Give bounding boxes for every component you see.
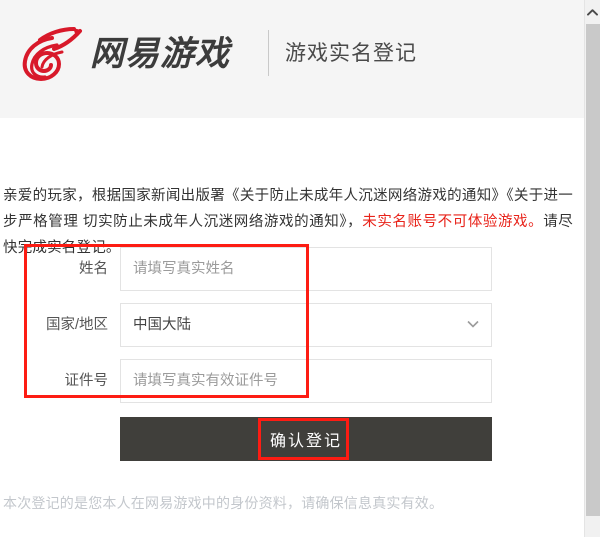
name-input-placeholder: 请填写真实姓名 xyxy=(133,261,235,277)
notice-highlight: 未实名账号不可体验游戏。 xyxy=(362,213,544,230)
realname-form: 姓名 请填写真实姓名 国家/地区 中国大陆 证件号 请填写真实有效证件号 xyxy=(0,247,584,415)
scrollbar-up-button[interactable] xyxy=(585,0,600,24)
country-select-value: 中国大陆 xyxy=(133,317,191,333)
page-content: 亲爱的玩家，根据国家新闻出版署《关于防止未成年人沉迷网络游戏的通知》《关于进一步… xyxy=(0,118,584,537)
netease-flame-logo-icon xyxy=(22,27,82,82)
confirm-registration-button[interactable]: 确认登记 xyxy=(120,417,492,461)
chevron-up-icon xyxy=(587,8,598,16)
form-row-idnumber: 证件号 请填写真实有效证件号 xyxy=(0,359,584,403)
vertical-scrollbar[interactable] xyxy=(584,0,600,537)
label-name: 姓名 xyxy=(79,261,108,277)
label-idnumber: 证件号 xyxy=(64,373,109,389)
page-title: 游戏实名登记 xyxy=(285,42,417,65)
header-divider xyxy=(268,30,269,76)
name-input[interactable]: 请填写真实姓名 xyxy=(120,247,492,291)
chevron-down-icon xyxy=(467,320,479,328)
country-select[interactable]: 中国大陆 xyxy=(120,303,492,347)
label-country: 国家/地区 xyxy=(45,317,108,333)
idnumber-input[interactable]: 请填写真实有效证件号 xyxy=(120,359,492,403)
registration-page: 网易游戏 游戏实名登记 亲爱的玩家，根据国家新闻出版署《关于防止未成年人沉迷网络… xyxy=(0,0,600,537)
page-header: 网易游戏 游戏实名登记 xyxy=(0,0,584,118)
brand-logo-text: 网易游戏 xyxy=(90,34,230,74)
form-row-name: 姓名 请填写真实姓名 xyxy=(0,247,584,291)
idnumber-input-placeholder: 请填写真实有效证件号 xyxy=(133,373,278,389)
form-row-country: 国家/地区 中国大陆 xyxy=(0,303,584,347)
scrollbar-thumb[interactable] xyxy=(586,24,600,516)
footer-note: 本次登记的是您本人在网易游戏中的身份资料，请确保信息真实有效。 xyxy=(3,495,444,511)
brand-logo[interactable]: 网易游戏 xyxy=(18,24,230,84)
